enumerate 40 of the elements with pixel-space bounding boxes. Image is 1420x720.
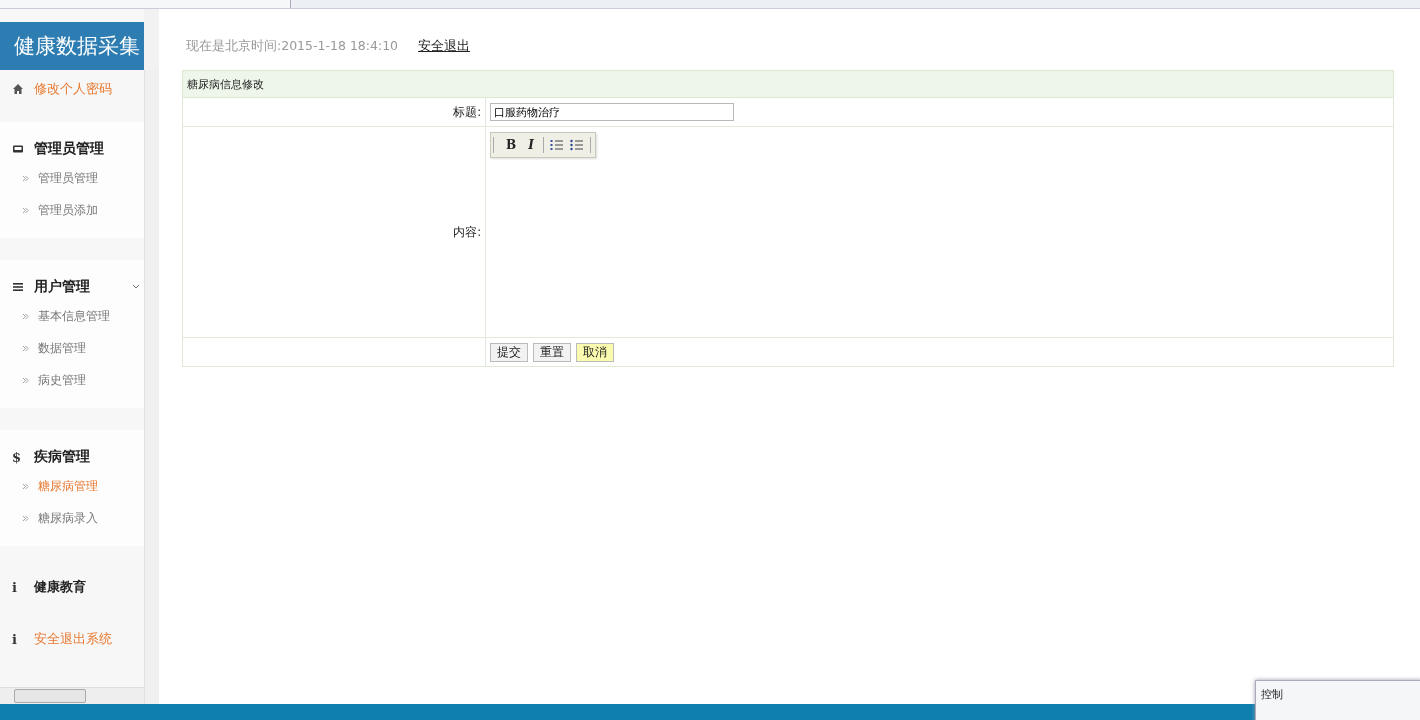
menu-icon: i (12, 631, 24, 647)
panel-title: 糖尿病信息修改 (183, 71, 1393, 98)
chevron-icon (22, 376, 29, 384)
chevron-icon (22, 344, 29, 352)
chevron-icon (22, 206, 29, 214)
menu-icon: $ (12, 449, 24, 465)
submenu-item[interactable]: 糖尿病录入 (38, 509, 98, 527)
form-button[interactable]: 重置 (533, 342, 571, 362)
submenu-item[interactable]: 基本信息管理 (38, 307, 110, 325)
chevron-icon (22, 482, 29, 490)
submenu-item[interactable]: 数据管理 (38, 339, 86, 357)
bullet-list-icon[interactable] (569, 139, 584, 151)
home-icon (12, 83, 24, 95)
italic-button[interactable]: I (525, 138, 537, 152)
chevron-icon (22, 514, 29, 522)
list-icon (12, 281, 24, 293)
menu-item[interactable]: 管理员管理 (34, 140, 104, 158)
app-title: 健康数据采集 (0, 22, 145, 70)
form-button[interactable]: 取消 (576, 342, 614, 362)
clock-text: 现在是北京时间:2015-1-18 18:4:10 (186, 37, 399, 55)
menu-icon: i (12, 579, 24, 595)
numbered-list-icon[interactable] (549, 139, 564, 151)
submenu-item[interactable]: 病史管理 (38, 371, 86, 389)
menu-item[interactable]: 疾病管理 (34, 448, 90, 466)
title-field[interactable]: 口服药物治疗 (490, 103, 734, 121)
inbox-icon (12, 143, 24, 155)
chevron-icon[interactable] (132, 284, 141, 290)
field-label: 标题: (453, 104, 481, 120)
menu-item[interactable]: 用户管理 (34, 278, 90, 296)
submenu-item[interactable]: 管理员添加 (38, 201, 98, 219)
bold-button[interactable]: B (503, 138, 520, 152)
form-button[interactable]: 提交 (490, 342, 528, 362)
scrollbar[interactable] (0, 687, 145, 704)
submenu-item[interactable]: 管理员管理 (38, 169, 98, 187)
field-label: 内容: (453, 224, 481, 240)
menu-item[interactable]: 健康教育 (34, 578, 86, 596)
chevron-icon (22, 312, 29, 320)
chevron-icon (22, 174, 29, 182)
logout-link[interactable]: 安全退出 (418, 37, 471, 55)
popup-title: 控制 (1260, 687, 1284, 703)
